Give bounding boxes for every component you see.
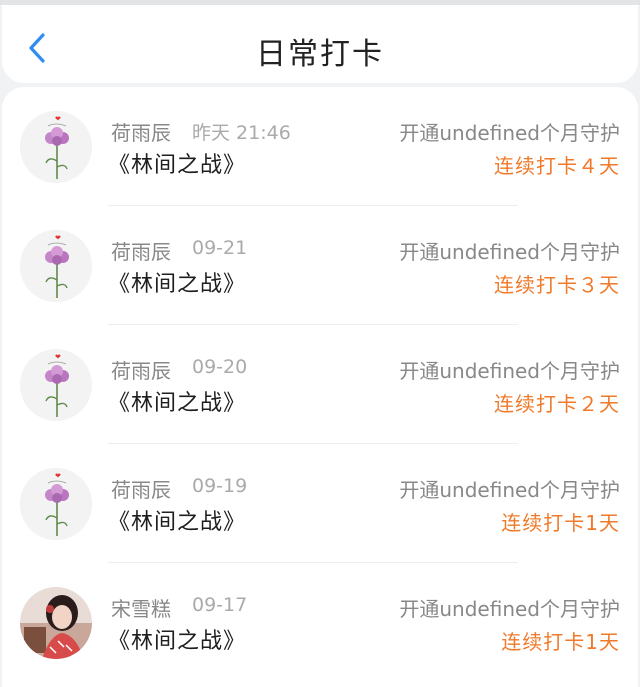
user-name: 荷雨辰: [111, 240, 171, 264]
book-title[interactable]: 《林间之战》: [108, 385, 246, 417]
carnation-avatar-icon: ❤: [20, 349, 92, 421]
user-name: 荷雨辰: [111, 478, 171, 502]
checkin-row[interactable]: ❤ 荷雨辰 昨天 21:46 《林间之战》 开通undefined个月守护 连续…: [2, 87, 638, 206]
checkin-list: ❤ 荷雨辰 昨天 21:46 《林间之战》 开通undefined个月守护 连续…: [2, 87, 638, 687]
carnation-avatar-icon: ❤: [20, 230, 92, 302]
carnation-avatar-icon: ❤: [20, 468, 92, 540]
checkin-time: 09-20: [192, 356, 248, 378]
book-title[interactable]: 《林间之战》: [108, 147, 246, 179]
guard-status: 开通undefined个月守护: [399, 121, 620, 145]
user-name: 荷雨辰: [111, 121, 171, 145]
svg-text:❤: ❤: [55, 353, 61, 361]
book-title[interactable]: 《林间之战》: [108, 504, 246, 536]
checkin-time: 09-17: [192, 594, 248, 616]
checkin-time: 昨天 21:46: [192, 122, 291, 144]
avatar[interactable]: ❤: [20, 111, 92, 183]
checkin-row[interactable]: ❤ 荷雨辰 09-19 《林间之战》 开通undefined个月守护 连续打卡1…: [2, 444, 638, 563]
book-title[interactable]: 《林间之战》: [108, 623, 246, 655]
svg-text:❤: ❤: [55, 115, 61, 123]
checkin-time: 09-19: [192, 475, 248, 497]
checkin-row[interactable]: 宋雪糕 09-17 《林间之战》 开通undefined个月守护 连续打卡1天: [2, 563, 638, 682]
streak-count: 连续打卡1天: [501, 511, 620, 535]
avatar[interactable]: ❤: [20, 349, 92, 421]
checkin-row[interactable]: ❤ 荷雨辰 09-21 《林间之战》 开通undefined个月守护 连续打卡３…: [2, 206, 638, 325]
page-title: 日常打卡: [256, 37, 384, 72]
guard-status: 开通undefined个月守护: [399, 597, 620, 621]
guard-status: 开通undefined个月守护: [399, 478, 620, 502]
book-title[interactable]: 《林间之战》: [108, 266, 246, 298]
streak-count: 连续打卡２天: [494, 392, 620, 416]
streak-count: 连续打卡３天: [494, 273, 620, 297]
checkin-time: 09-21: [192, 237, 248, 259]
nav-header: 日常打卡: [2, 5, 638, 83]
user-name: 宋雪糕: [111, 597, 171, 621]
avatar[interactable]: ❤: [20, 468, 92, 540]
svg-text:❤: ❤: [55, 234, 61, 242]
streak-count: 连续打卡1天: [501, 630, 620, 654]
avatar[interactable]: ❤: [20, 230, 92, 302]
checkin-row[interactable]: ❤ 荷雨辰 09-20 《林间之战》 开通undefined个月守护 连续打卡２…: [2, 325, 638, 444]
girl-photo-avatar-icon: [20, 587, 92, 659]
svg-text:❤: ❤: [55, 472, 61, 480]
carnation-avatar-icon: ❤: [20, 111, 92, 183]
user-name: 荷雨辰: [111, 359, 171, 383]
guard-status: 开通undefined个月守护: [399, 240, 620, 264]
streak-count: 连续打卡４天: [494, 154, 620, 178]
avatar[interactable]: [20, 587, 92, 659]
guard-status: 开通undefined个月守护: [399, 359, 620, 383]
